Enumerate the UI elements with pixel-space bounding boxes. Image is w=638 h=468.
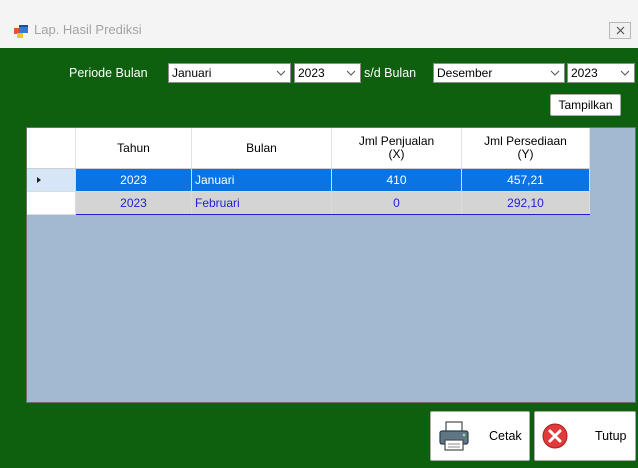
cell-tahun[interactable]: 2023 xyxy=(75,168,192,192)
window-title: Lap. Hasil Prediksi xyxy=(34,22,142,37)
start-month-select[interactable]: Januari xyxy=(168,63,291,83)
chevron-down-icon xyxy=(550,70,560,76)
close-icon xyxy=(616,26,624,35)
cetak-label: Cetak xyxy=(489,429,522,443)
cell-penjualan[interactable]: 0 xyxy=(331,191,462,215)
periode-bulan-label: Periode Bulan xyxy=(69,66,148,80)
column-header-bulan[interactable]: Bulan xyxy=(191,128,332,169)
prediction-data-grid[interactable]: Tahun Bulan Jml Penjualan (X) Jml Persedi… xyxy=(26,127,636,403)
column-header-jml-persediaan[interactable]: Jml Persediaan (Y) xyxy=(461,128,590,169)
tutup-label: Tutup xyxy=(595,429,627,443)
cell-bulan[interactable]: Januari xyxy=(191,168,332,192)
data-table: Tahun Bulan Jml Penjualan (X) Jml Persedi… xyxy=(27,128,590,215)
chevron-down-icon xyxy=(276,70,286,76)
sd-bulan-label: s/d Bulan xyxy=(364,66,417,80)
printer-icon xyxy=(439,421,469,451)
table-row[interactable]: 2023 Januari 410 457,21 xyxy=(27,168,590,192)
close-window-button[interactable] xyxy=(609,22,631,39)
cell-persediaan[interactable]: 457,21 xyxy=(461,168,590,192)
cetak-button[interactable]: Cetak xyxy=(430,411,530,461)
end-year-select[interactable]: 2023 xyxy=(567,63,635,83)
header-row: Tahun Bulan Jml Penjualan (X) Jml Persedi… xyxy=(27,128,590,169)
end-month-select[interactable]: Desember xyxy=(433,63,565,83)
app-window-icon xyxy=(14,25,28,38)
cell-tahun[interactable]: 2023 xyxy=(75,191,192,215)
chevron-down-icon xyxy=(346,70,356,76)
row-selector[interactable] xyxy=(27,191,76,215)
chevron-down-icon xyxy=(620,70,630,76)
title-bar: Lap. Hasil Prediksi xyxy=(0,0,638,48)
current-row-arrow-icon xyxy=(37,177,41,183)
table-row[interactable]: 2023 Februari 0 292,10 xyxy=(27,191,590,215)
close-circle-icon xyxy=(542,423,568,449)
start-year-select[interactable]: 2023 xyxy=(294,63,361,83)
tampilkan-button[interactable]: Tampilkan xyxy=(550,94,621,116)
cell-penjualan[interactable]: 410 xyxy=(331,168,462,192)
cell-bulan[interactable]: Februari xyxy=(191,191,332,215)
row-header-corner xyxy=(27,128,76,169)
tutup-button[interactable]: Tutup xyxy=(534,411,636,461)
row-selector[interactable] xyxy=(27,168,76,192)
cell-persediaan[interactable]: 292,10 xyxy=(461,191,590,215)
column-header-jml-penjualan[interactable]: Jml Penjualan (X) xyxy=(331,128,462,169)
column-header-tahun[interactable]: Tahun xyxy=(75,128,192,169)
